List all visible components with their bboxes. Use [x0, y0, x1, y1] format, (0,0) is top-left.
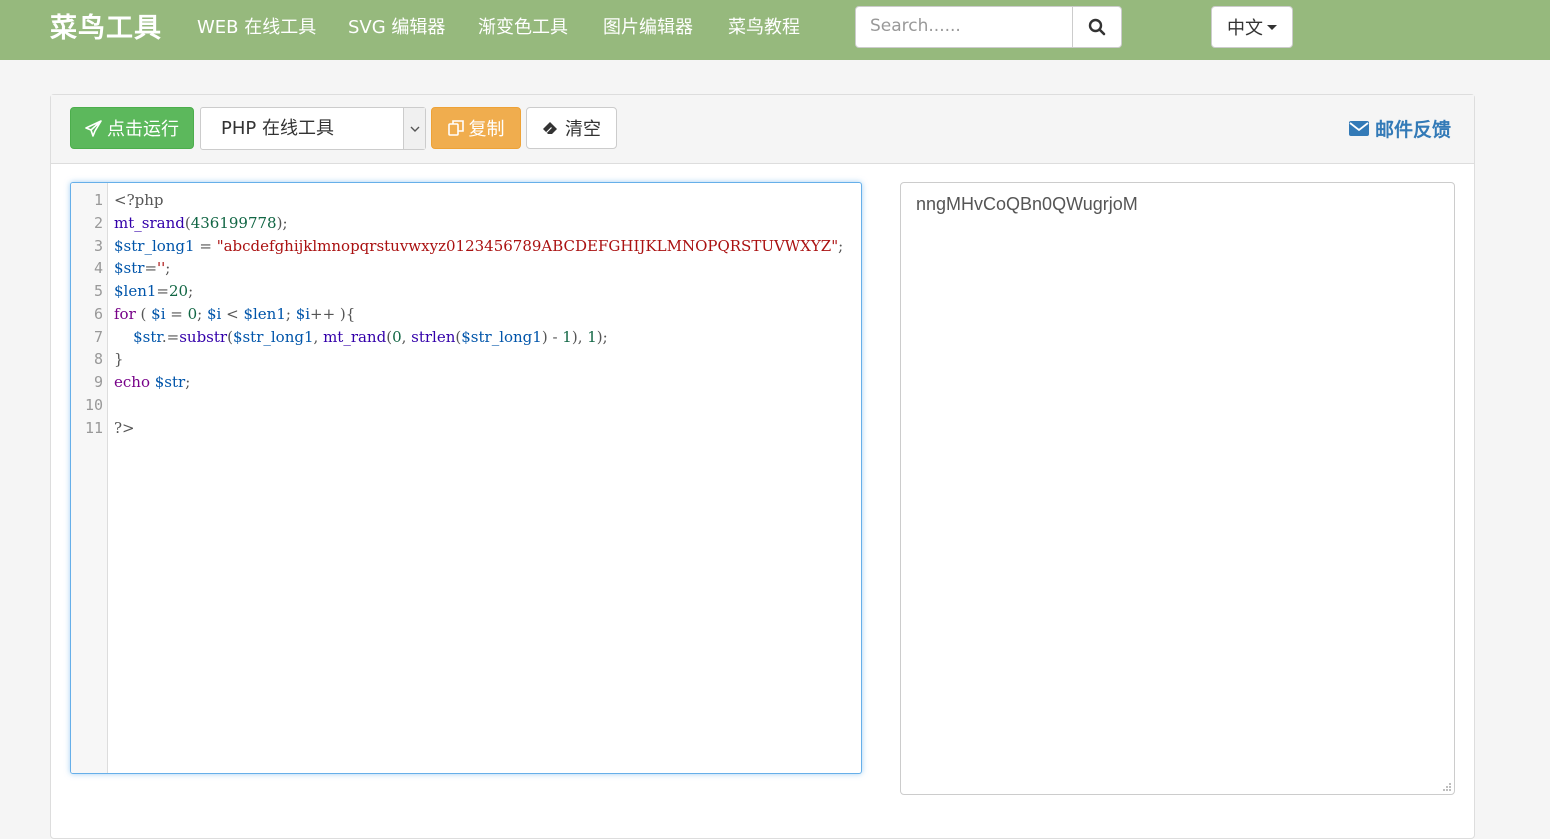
nav-link-tutorial[interactable]: 菜鸟教程 — [728, 17, 800, 39]
toolbar: 点击运行 PHP 在线工具 复制 清空 邮件反馈 — [51, 95, 1474, 164]
copy-icon — [447, 120, 464, 136]
code-line: $len1=20; — [114, 282, 194, 300]
code-line: } — [114, 350, 124, 368]
line-number: 9 — [93, 373, 103, 391]
email-feedback-link[interactable]: 邮件反馈 — [1349, 115, 1451, 142]
code-line: for ( $i = 0; $i < $len1; $i++ ){ — [114, 305, 356, 323]
feedback-label: 邮件反馈 — [1375, 119, 1452, 141]
code-line: $str_long1 = "abcdefghijklmnopqrstuvwxyz… — [114, 237, 844, 255]
tool-panel: 点击运行 PHP 在线工具 复制 清空 邮件反馈 1 2 3 4 5 6 7 8… — [50, 94, 1475, 839]
chevron-down-icon — [403, 108, 425, 149]
nav-link-image-editor[interactable]: 图片编辑器 — [603, 17, 693, 39]
nav-link-svg-editor[interactable]: SVG 编辑器 — [348, 17, 445, 39]
language-dropdown[interactable]: 中文 — [1211, 6, 1293, 48]
line-number: 1 — [93, 191, 103, 209]
top-navbar: 菜鸟工具 WEB 在线工具 SVG 编辑器 渐变色工具 图片编辑器 菜鸟教程 中… — [0, 0, 1550, 60]
code-line: $str=''; — [114, 259, 171, 277]
clear-button[interactable]: 清空 — [526, 107, 617, 149]
code-line: echo $str; — [114, 373, 191, 391]
code-line: $str.=substr($str_long1, mt_rand(0, strl… — [133, 328, 608, 346]
language-select-value: PHP 在线工具 — [221, 118, 334, 139]
resize-grip-icon[interactable] — [1442, 782, 1452, 792]
code-line: ?> — [114, 419, 135, 437]
line-number: 11 — [84, 419, 103, 437]
line-number: 10 — [84, 396, 103, 414]
output-panel[interactable]: nngMHvCoQBn0QWugrjoM — [900, 182, 1455, 795]
language-select[interactable]: PHP 在线工具 — [200, 107, 426, 150]
search-button[interactable] — [1072, 6, 1122, 48]
run-label: 点击运行 — [107, 119, 179, 140]
eraser-icon — [543, 122, 557, 134]
search-icon — [1088, 18, 1106, 36]
line-number: 6 — [93, 305, 103, 323]
line-number: 2 — [93, 214, 103, 232]
code-line: <?php — [114, 191, 164, 209]
line-number: 8 — [93, 350, 103, 368]
caret-down-icon — [1267, 24, 1277, 30]
paper-plane-icon — [85, 119, 102, 137]
line-number: 7 — [93, 328, 103, 346]
line-number: 5 — [93, 282, 103, 300]
code-line: mt_srand(436199778); — [114, 214, 288, 232]
brand-logo[interactable]: 菜鸟工具 — [50, 10, 162, 50]
envelope-icon — [1349, 121, 1369, 136]
code-editor[interactable]: 1 2 3 4 5 6 7 8 9 10 11 <?php mt_srand(4… — [70, 182, 862, 774]
nav-link-web-tools[interactable]: WEB 在线工具 — [197, 17, 316, 39]
search-input[interactable] — [856, 7, 1070, 45]
nav-link-gradient-tool[interactable]: 渐变色工具 — [478, 17, 568, 39]
line-number-gutter: 1 2 3 4 5 6 7 8 9 10 11 — [71, 183, 108, 773]
clear-label: 清空 — [565, 119, 601, 140]
line-number: 4 — [93, 259, 103, 277]
output-text: nngMHvCoQBn0QWugrjoM — [916, 194, 1138, 214]
copy-label: 复制 — [468, 119, 505, 140]
search-box — [855, 6, 1073, 48]
copy-button[interactable]: 复制 — [431, 107, 521, 149]
language-label: 中文 — [1227, 18, 1263, 39]
line-number: 3 — [93, 237, 103, 255]
run-button[interactable]: 点击运行 — [70, 107, 194, 149]
